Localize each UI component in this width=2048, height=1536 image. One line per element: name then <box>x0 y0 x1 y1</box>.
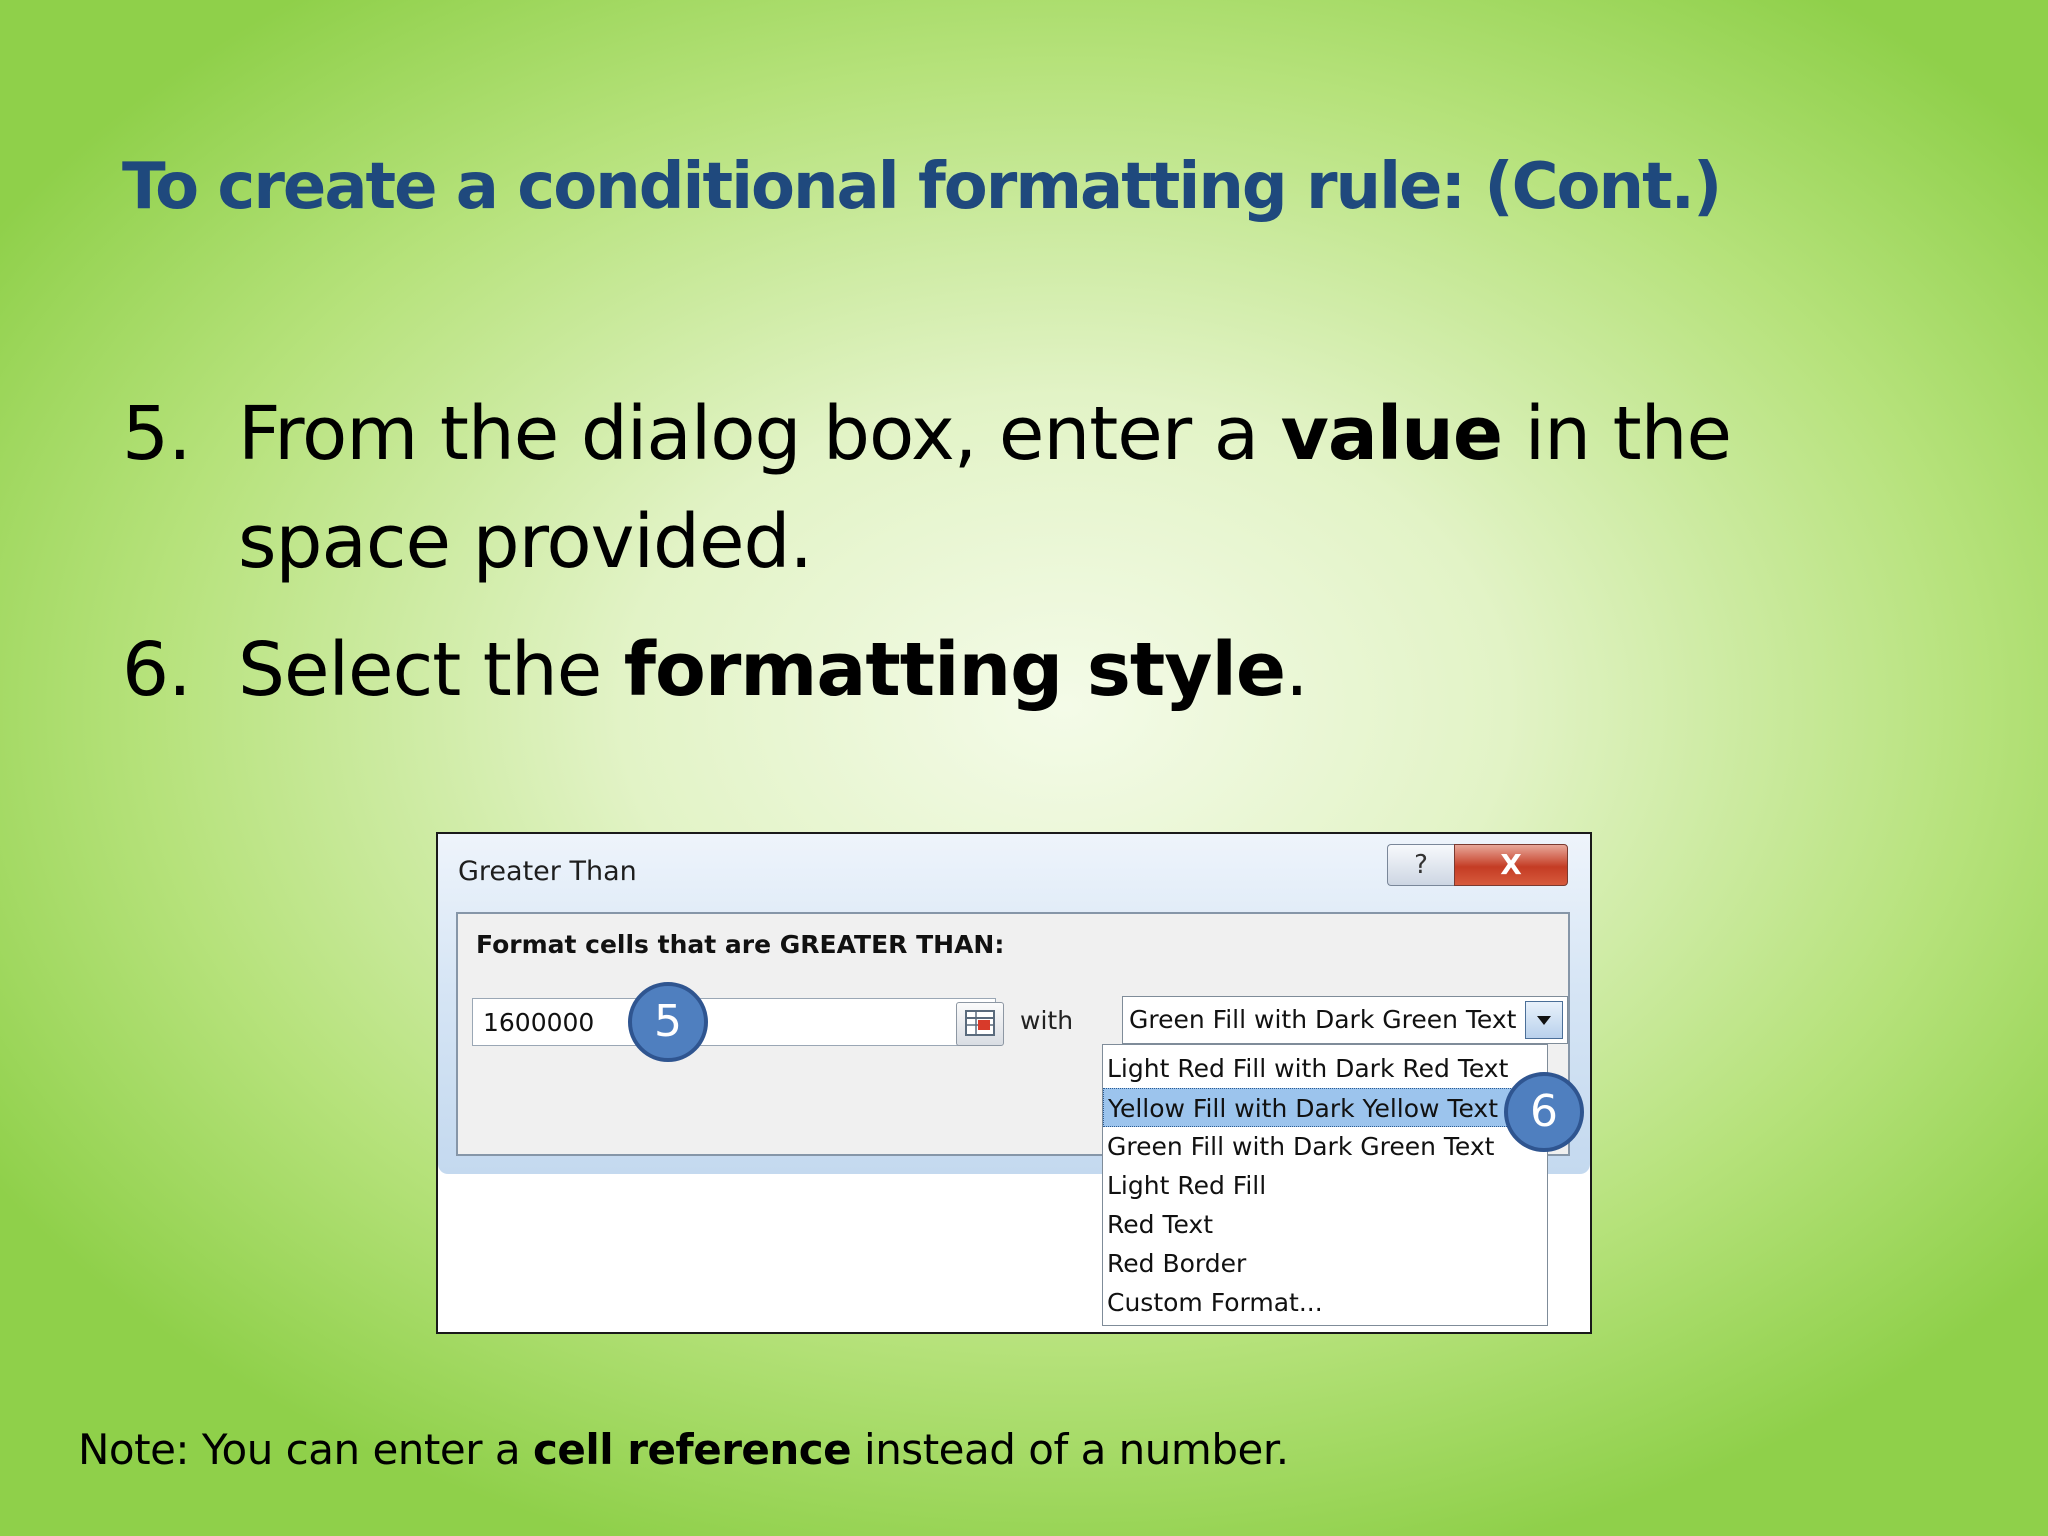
step-5: 5. From the dialog box, enter a value in … <box>122 380 1918 596</box>
steps-list: 5. From the dialog box, enter a value in … <box>122 380 1918 724</box>
chevron-down-icon <box>1537 1016 1551 1025</box>
format-style-select[interactable]: Green Fill with Dark Green Text <box>1122 996 1568 1044</box>
dropdown-option[interactable]: Light Red Fill with Dark Red Text <box>1103 1049 1547 1088</box>
with-label: with <box>1020 1006 1074 1035</box>
step-number: 5. <box>122 391 192 477</box>
step-emphasis: value <box>1280 391 1503 477</box>
step-emphasis: formatting style <box>623 627 1286 713</box>
step-text: From the dialog box, enter a <box>238 391 1281 477</box>
callout-step-5: 5 <box>628 982 708 1062</box>
format-style-value: Green Fill with Dark Green Text <box>1129 1005 1517 1034</box>
note-text: Note: You can enter a <box>78 1425 533 1474</box>
value-input[interactable]: 1600000 <box>472 998 996 1046</box>
step-text: . <box>1285 627 1309 713</box>
format-style-dropdown-list: Light Red Fill with Dark Red Text Yellow… <box>1102 1044 1548 1326</box>
dialog-prompt: Format cells that are GREATER THAN: <box>476 930 1005 959</box>
note-text: instead of a number. <box>851 1425 1289 1474</box>
dropdown-option[interactable]: Light Red Fill <box>1103 1166 1547 1205</box>
note-emphasis: cell reference <box>532 1425 852 1474</box>
close-button[interactable]: X <box>1454 844 1568 886</box>
step-number: 6. <box>122 627 192 713</box>
dropdown-option[interactable]: Green Fill with Dark Green Text <box>1103 1127 1547 1166</box>
help-button[interactable]: ? <box>1387 844 1454 886</box>
collapse-dialog-icon <box>965 1010 995 1036</box>
dropdown-option[interactable]: Custom Format... <box>1103 1283 1547 1322</box>
slide-title: To create a conditional formatting rule:… <box>122 150 1722 224</box>
title-bar-buttons: ? X <box>1387 844 1568 886</box>
dropdown-option-highlighted[interactable]: Yellow Fill with Dark Yellow Text <box>1103 1088 1547 1127</box>
step-text: Select the <box>238 627 624 713</box>
step-6: 6. Select the formatting style. <box>122 616 1918 724</box>
callout-step-6: 6 <box>1504 1072 1584 1152</box>
dropdown-option[interactable]: Red Border <box>1103 1244 1547 1283</box>
note: Note: You can enter a cell reference ins… <box>78 1425 1289 1474</box>
cell-reference-button[interactable] <box>956 1002 1004 1046</box>
dropdown-option[interactable]: Red Text <box>1103 1205 1547 1244</box>
dropdown-arrow-button[interactable] <box>1525 1001 1563 1039</box>
dialog-title: Greater Than <box>458 856 637 887</box>
dialog-screenshot: Greater Than ? X Format cells that are G… <box>436 832 1592 1334</box>
